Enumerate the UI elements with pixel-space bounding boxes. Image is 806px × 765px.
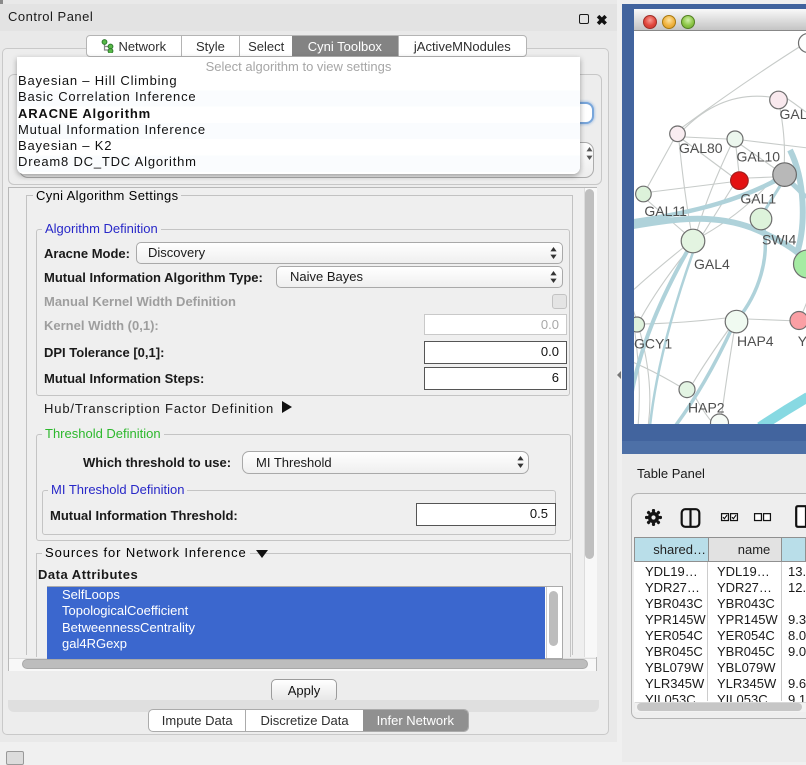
svg-text:GAL1: GAL1 [740,190,776,206]
svg-text:GAL80: GAL80 [679,140,723,156]
svg-text:GAL: GAL [780,106,806,122]
svg-text:HAP4: HAP4 [737,333,774,349]
svg-text:GAL4: GAL4 [694,256,730,272]
svg-text:GAL10: GAL10 [737,149,781,165]
svg-text:GAL11: GAL11 [644,203,687,219]
svg-text:HAP2: HAP2 [688,400,725,416]
svg-text:Y: Y [798,333,806,349]
svg-text:GCY1: GCY1 [634,336,672,352]
svg-text:SWI4: SWI4 [762,231,796,247]
